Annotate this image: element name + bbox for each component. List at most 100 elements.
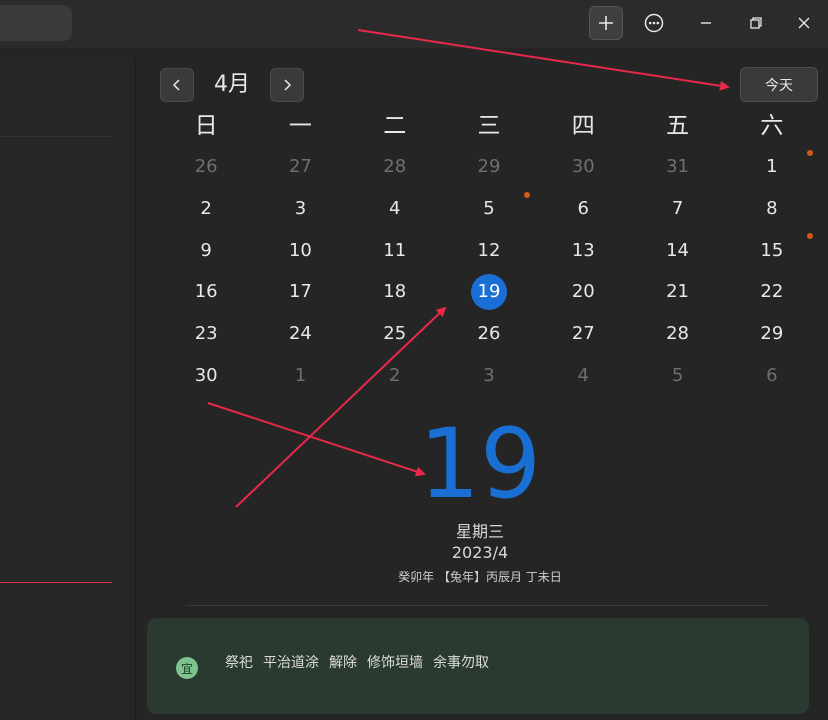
day-number: 20 <box>571 281 595 303</box>
day-number: 6 <box>577 198 589 220</box>
day-cell[interactable]: 11 <box>348 229 442 271</box>
day-cell[interactable]: 22 <box>725 271 819 313</box>
day-cell[interactable]: 26 <box>159 146 253 188</box>
day-cell[interactable]: 7 <box>630 188 724 230</box>
day-number: 26 <box>477 323 501 345</box>
day-cell[interactable]: 25 <box>348 313 442 355</box>
today-button[interactable]: 今天 <box>740 67 818 102</box>
weekday-header: 日 一 二 三 四 五 六 <box>159 108 819 144</box>
day-cell[interactable]: 3 <box>442 354 536 396</box>
close-icon <box>798 17 810 29</box>
yi-badge: 宜 <box>176 657 198 679</box>
yi-item: 余事勿取 <box>433 655 489 671</box>
yi-items: 祭祀 平治道涂 解除 修饰垣墙 余事勿取 <box>225 652 489 672</box>
day-cell[interactable]: 24 <box>253 313 347 355</box>
day-cell[interactable]: 3 <box>253 188 347 230</box>
day-cell[interactable]: 6 <box>725 354 819 396</box>
event-dot <box>806 150 813 156</box>
day-cell[interactable]: 8 <box>725 188 819 230</box>
day-cell[interactable]: 1 <box>253 354 347 396</box>
day-cell[interactable]: 4 <box>536 354 630 396</box>
add-button[interactable] <box>589 6 623 40</box>
day-number: 24 <box>288 323 312 345</box>
day-cell[interactable]: 13 <box>536 229 630 271</box>
weekday-label: 五 <box>666 113 690 139</box>
day-cell[interactable]: 27 <box>536 313 630 355</box>
maximize-icon <box>750 17 762 29</box>
day-cell[interactable]: 29 <box>725 313 819 355</box>
day-number: 25 <box>383 323 407 345</box>
day-number: 15 <box>760 239 784 261</box>
day-number: 9 <box>200 239 212 261</box>
day-number: 2 <box>388 364 401 386</box>
day-cell[interactable]: 31 <box>630 146 724 188</box>
event-dot <box>806 233 813 240</box>
day-cell[interactable]: 10 <box>253 229 347 271</box>
day-cell[interactable]: 18 <box>348 271 442 313</box>
next-month-button[interactable] <box>270 68 304 102</box>
sidebar-marker-line <box>0 582 112 583</box>
day-cell-selected[interactable]: 19 <box>442 271 536 313</box>
day-cell[interactable]: 15 <box>725 229 819 271</box>
day-number: 4 <box>388 198 401 220</box>
chevron-left-icon <box>172 79 180 91</box>
day-cell[interactable]: 29 <box>442 146 536 188</box>
day-cell[interactable]: 5 <box>630 354 724 396</box>
prev-month-button[interactable] <box>160 68 194 102</box>
day-cell[interactable]: 30 <box>159 354 253 396</box>
day-number: 16 <box>194 281 218 303</box>
weekday-label: 四 <box>571 113 595 139</box>
day-number: 13 <box>571 239 595 261</box>
more-icon <box>644 13 664 33</box>
day-cell[interactable]: 17 <box>253 271 347 313</box>
minimize-button[interactable] <box>689 6 723 40</box>
day-number: 30 <box>194 364 218 386</box>
day-cell[interactable]: 30 <box>536 146 630 188</box>
chevron-right-icon <box>284 79 292 91</box>
day-number: 5 <box>671 364 684 386</box>
day-number: 21 <box>666 281 690 303</box>
yi-item: 解除 <box>329 655 357 671</box>
more-button[interactable] <box>637 6 671 40</box>
selected-year-month: 2023/4 <box>451 543 509 562</box>
day-cell[interactable]: 9 <box>159 229 253 271</box>
divider <box>186 605 768 606</box>
day-number: 10 <box>288 239 312 261</box>
day-number: 11 <box>383 239 407 261</box>
day-number: 3 <box>294 198 307 220</box>
weekday-label: 三 <box>477 113 501 139</box>
day-cell[interactable]: 5 <box>442 188 536 230</box>
month-label[interactable]: 4月 <box>196 68 268 102</box>
day-cell[interactable]: 4 <box>348 188 442 230</box>
day-cell[interactable]: 26 <box>442 313 536 355</box>
maximize-button[interactable] <box>739 6 773 40</box>
day-cell[interactable]: 16 <box>159 271 253 313</box>
day-number: 29 <box>760 323 784 345</box>
day-number: 2 <box>200 198 212 220</box>
day-number: 30 <box>571 156 595 178</box>
title-bar <box>0 0 828 48</box>
close-button[interactable] <box>787 6 821 40</box>
day-number: 7 <box>671 198 684 220</box>
day-cell[interactable]: 2 <box>348 354 442 396</box>
yi-item: 修饰垣墙 <box>367 655 423 671</box>
day-cell[interactable]: 28 <box>630 313 724 355</box>
day-cell[interactable]: 21 <box>630 271 724 313</box>
day-cell[interactable]: 27 <box>253 146 347 188</box>
day-cell[interactable]: 14 <box>630 229 724 271</box>
day-cell[interactable]: 2 <box>159 188 253 230</box>
day-cell[interactable]: 28 <box>348 146 442 188</box>
day-grid: 26 27 28 29 30 31 1 2 3 4 5 6 7 8 9 10 11 12 13 14 15 16 17 18 1… <box>159 146 819 396</box>
day-cell[interactable]: 1 <box>725 146 819 188</box>
weekday-label: 六 <box>760 113 784 139</box>
day-cell[interactable]: 20 <box>536 271 630 313</box>
day-cell[interactable]: 12 <box>442 229 536 271</box>
search-pill[interactable] <box>0 5 72 41</box>
day-number: 26 <box>194 156 218 178</box>
day-cell[interactable]: 6 <box>536 188 630 230</box>
day-number: 5 <box>483 198 495 220</box>
day-number: 31 <box>666 156 690 178</box>
day-cell[interactable]: 23 <box>159 313 253 355</box>
day-number: 28 <box>383 156 407 178</box>
weekday-label: 二 <box>383 113 407 139</box>
